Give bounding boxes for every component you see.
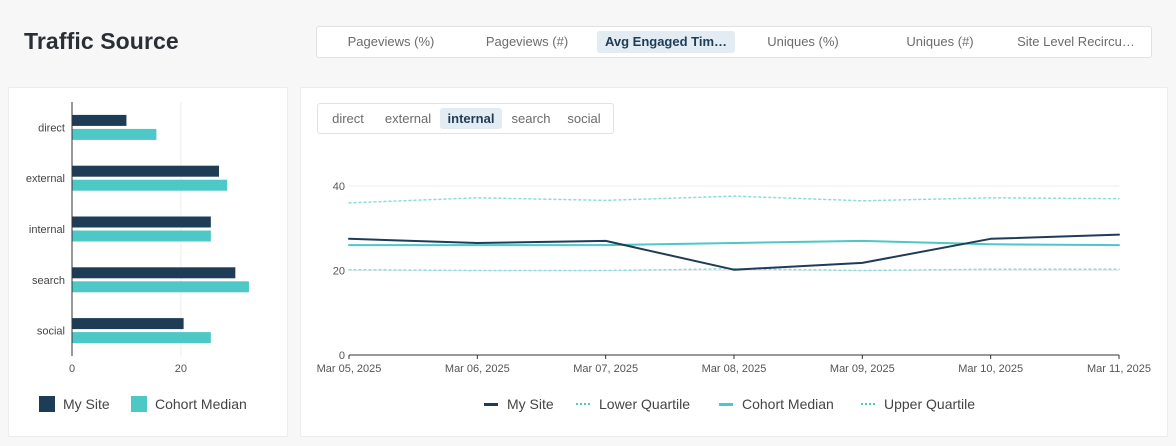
tab-pageviews-percent[interactable]: Pageviews (%) <box>331 31 451 53</box>
line-chart: 0 20 40 Mar 05, 2025 Mar 06, 2025 Mar 07, 202… <box>317 181 1151 375</box>
bar-category-label: search <box>32 275 65 287</box>
line-x-tick-label: Mar 06, 2025 <box>445 363 510 375</box>
bar-category-label: external <box>26 173 65 185</box>
bar-cohort-median <box>72 230 211 242</box>
bar-category-label: direct <box>38 122 65 134</box>
bar-my-site <box>72 114 127 126</box>
line-y-tick-label: 20 <box>333 266 345 278</box>
line-y-tick-label: 0 <box>339 350 345 362</box>
bar-cohort-median <box>72 332 211 344</box>
bar-legend-label-my-site: My Site <box>63 396 110 412</box>
tab-pageviews-count[interactable]: Pageviews (#) <box>467 31 587 53</box>
line-legend-upper-quartile[interactable]: Upper Quartile <box>861 396 975 412</box>
upper-quartile-line-swatch <box>861 403 875 405</box>
bar-my-site <box>72 216 211 228</box>
line-x-tick-label: Mar 09, 2025 <box>830 363 895 375</box>
tab-uniques-count[interactable]: Uniques (#) <box>885 31 995 53</box>
bar-category-label: internal <box>29 224 65 236</box>
bar-chart-panel: 0 20 direct external internal search social My… <box>8 87 288 437</box>
lower-quartile-line-swatch <box>576 403 590 405</box>
cohort-median-line-swatch <box>719 402 733 406</box>
my-site-swatch <box>39 396 55 412</box>
line-chart-panel: direct external internal search social 0… <box>300 87 1168 437</box>
line-x-tick-label: Mar 08, 2025 <box>702 363 767 375</box>
bar-cohort-median <box>72 179 228 191</box>
bar-cohort-median <box>72 281 249 293</box>
line-legend-label-cohort-median: Cohort Median <box>742 396 834 412</box>
line-x-tick-label: Mar 10, 2025 <box>958 363 1023 375</box>
line-legend-lower-quartile[interactable]: Lower Quartile <box>576 396 690 412</box>
bar-my-site <box>72 165 219 177</box>
line-legend-label-lower-quartile: Lower Quartile <box>599 396 691 412</box>
metric-tab-bar: Pageviews (%) Pageviews (#) Avg Engaged … <box>316 26 1152 58</box>
upper-quartile-line <box>348 195 1120 204</box>
tab-site-level-recirculation[interactable]: Site Level Recircu… <box>1009 31 1143 53</box>
line-legend-label-upper-quartile: Upper Quartile <box>884 396 976 412</box>
bar-cohort-median <box>72 128 157 140</box>
line-legend-my-site[interactable]: My Site <box>484 396 554 412</box>
my-site-line-swatch <box>484 402 498 406</box>
bar-x-tick-label: 20 <box>175 363 187 375</box>
line-x-tick-label: Mar 11, 2025 <box>1087 363 1151 375</box>
line-y-tick-label: 40 <box>333 181 345 193</box>
bar-legend-my-site[interactable]: My Site <box>39 396 110 412</box>
my-site-line <box>348 233 1120 271</box>
horizontal-bar-chart: 0 20 direct external internal search social <box>26 102 249 375</box>
bar-my-site <box>72 267 236 279</box>
bar-x-tick-label: 0 <box>69 363 75 375</box>
tab-uniques-percent[interactable]: Uniques (%) <box>745 31 861 53</box>
line-legend-label-my-site: My Site <box>507 396 554 412</box>
line-legend-cohort-median[interactable]: Cohort Median <box>719 396 834 412</box>
line-x-tick-label: Mar 05, 2025 <box>317 363 382 375</box>
page-title: Traffic Source <box>24 28 179 54</box>
bar-legend-label-cohort-median: Cohort Median <box>155 396 247 412</box>
cohort-median-swatch <box>131 396 147 412</box>
bar-category-label: social <box>37 326 65 338</box>
tab-avg-engaged-time[interactable]: Avg Engaged Tim… <box>597 31 735 53</box>
bar-legend-cohort-median[interactable]: Cohort Median <box>131 396 247 412</box>
line-x-tick-label: Mar 07, 2025 <box>573 363 638 375</box>
bar-my-site <box>72 318 184 330</box>
